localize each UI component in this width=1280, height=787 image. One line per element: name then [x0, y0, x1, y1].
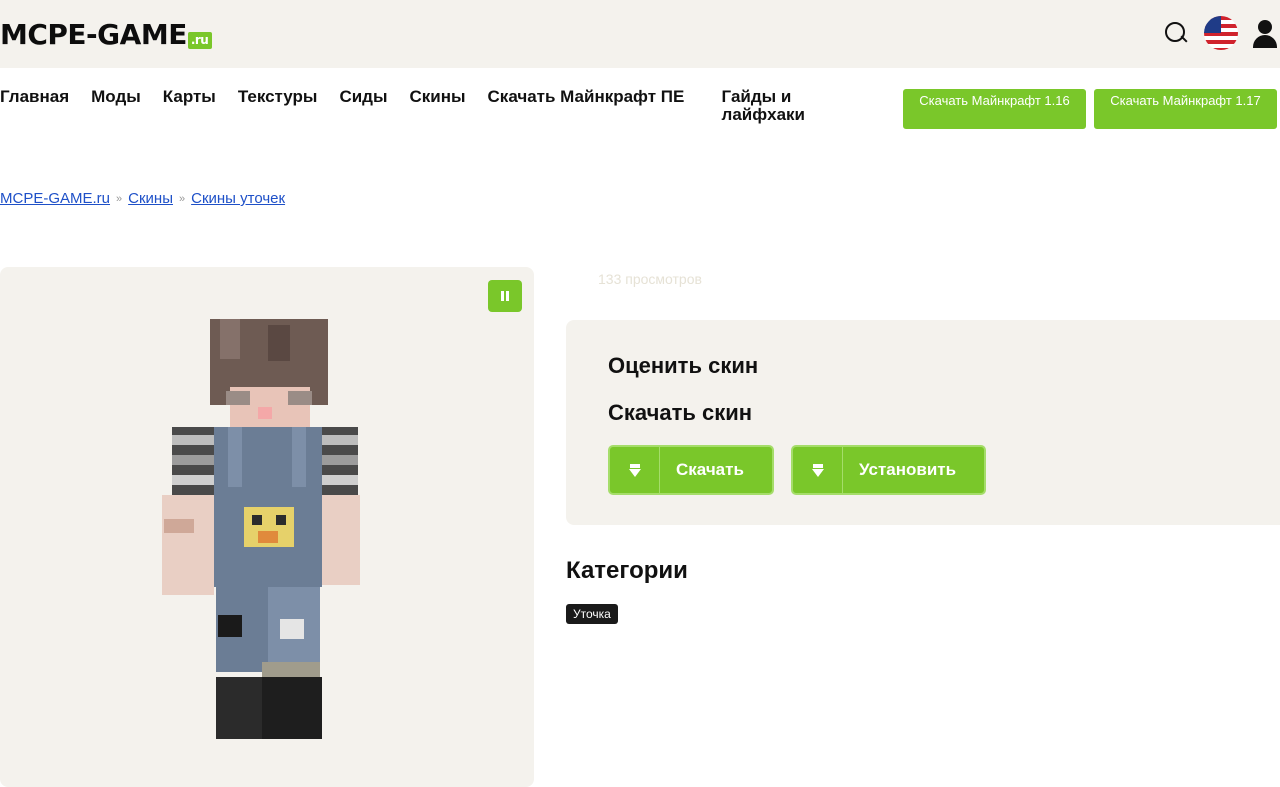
download-116-button[interactable]: Скачать Майнкрафт 1.16 [903, 89, 1086, 129]
rating-panel: Оценить скин Скачать скин Скачать Устано… [566, 320, 1280, 525]
download-skin-button[interactable]: Скачать [608, 445, 774, 495]
logo-text[interactable]: MCPE-GAME [0, 18, 187, 51]
us-flag-icon[interactable] [1204, 16, 1238, 50]
nav-item-maps[interactable]: Карты [163, 88, 216, 124]
user-icon[interactable] [1252, 18, 1280, 48]
download-skin-label: Скачать [676, 460, 744, 479]
categories-title: Категории [566, 557, 688, 584]
nav-item-guides[interactable]: Гайды и лайфхаки [722, 88, 832, 124]
install-skin-label: Установить [859, 460, 957, 479]
site-header: MCPE-GAME .ru [0, 0, 1280, 68]
search-icon[interactable] [1162, 19, 1190, 47]
nav-item-download-pe[interactable]: Скачать Майнкрафт ПЕ [488, 88, 700, 124]
view-count: 133 просмотров [598, 271, 702, 287]
main-nav: Главная Моды Карты Текстуры Сиды Скины С… [0, 88, 854, 124]
download-icon [793, 447, 843, 493]
breadcrumb-separator: » [178, 192, 186, 205]
skin-preview-image [162, 319, 360, 739]
nav-item-seeds[interactable]: Сиды [339, 88, 387, 124]
download-117-button[interactable]: Скачать Майнкрафт 1.17 [1094, 89, 1277, 129]
nav-item-mods[interactable]: Моды [91, 88, 141, 124]
breadcrumb-home[interactable]: MCPE-GAME.ru [0, 190, 110, 207]
nav-item-home[interactable]: Главная [0, 88, 69, 124]
download-title: Скачать скин [608, 400, 753, 425]
breadcrumb-skins[interactable]: Скины [128, 190, 173, 207]
download-icon [610, 447, 660, 493]
logo-suffix[interactable]: .ru [187, 32, 213, 49]
rate-title: Оценить скин [608, 353, 759, 378]
nav-item-skins[interactable]: Скины [410, 88, 466, 124]
header-icons [1162, 16, 1280, 50]
category-tag[interactable]: Уточка [566, 604, 618, 624]
skin-viewer[interactable] [0, 267, 534, 787]
nav-item-textures[interactable]: Текстуры [238, 88, 318, 124]
site-logo[interactable]: MCPE-GAME .ru [0, 18, 213, 51]
install-skin-button[interactable]: Установить [791, 445, 987, 495]
breadcrumb-duck-skins[interactable]: Скины уточек [191, 190, 285, 207]
breadcrumb-separator: » [116, 192, 123, 205]
breadcrumb: MCPE-GAME.ru » Скины » Скины уточек [0, 190, 285, 207]
